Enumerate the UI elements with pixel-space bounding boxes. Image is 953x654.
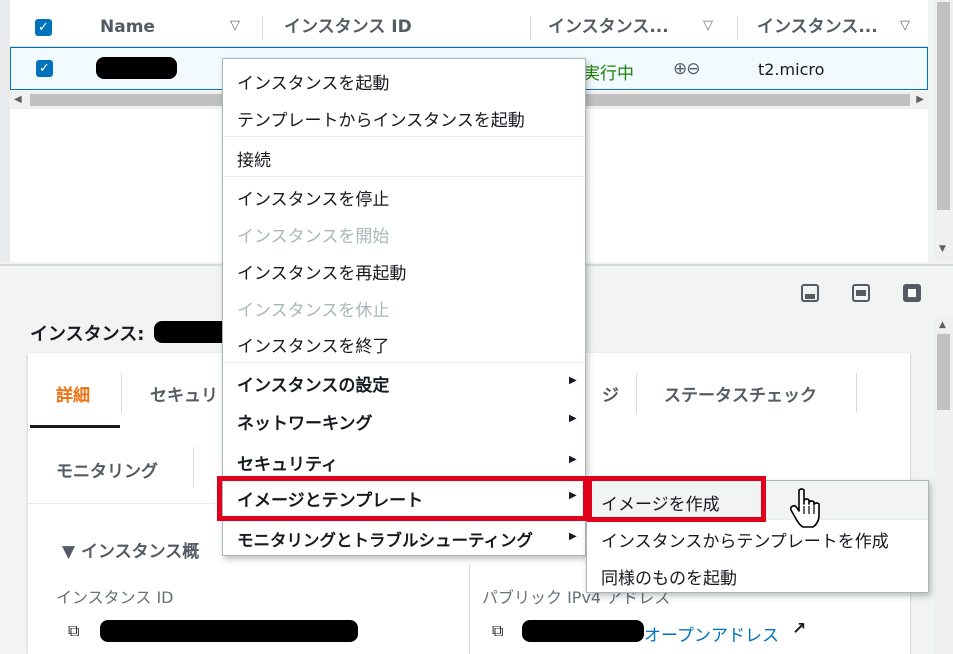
menu-divider bbox=[223, 136, 585, 137]
column-divider bbox=[469, 565, 470, 654]
scroll-down-icon[interactable]: ▼ bbox=[939, 244, 946, 254]
menu-item-terminate-instance[interactable]: インスタンスを終了 bbox=[237, 332, 389, 357]
left-edge bbox=[0, 0, 10, 262]
sort-name-icon[interactable]: ▽ bbox=[230, 18, 240, 33]
copy-icon[interactable]: ⧉ bbox=[68, 621, 79, 641]
menu-item-security[interactable]: セキュリティ bbox=[237, 450, 338, 475]
menu-item-stop-instance[interactable]: インスタンスを停止 bbox=[237, 185, 389, 210]
sort-type-icon[interactable]: ▽ bbox=[900, 18, 910, 33]
submenu-arrow-icon: ▶ bbox=[569, 413, 577, 424]
submenu-arrow-icon: ▶ bbox=[569, 531, 577, 542]
redacted-ipv4 bbox=[522, 620, 644, 642]
column-divider[interactable] bbox=[737, 16, 738, 40]
column-instance-type[interactable]: インスタンス... bbox=[757, 0, 897, 46]
detail-vertical-scrollbar[interactable]: ▲ bbox=[934, 318, 953, 654]
select-all-checkbox[interactable]: ✓ bbox=[35, 19, 52, 36]
instance-type-text: t2.micro bbox=[758, 60, 825, 79]
column-divider[interactable] bbox=[262, 16, 263, 40]
detail-title: インスタンス: bbox=[30, 324, 145, 345]
menu-divider bbox=[223, 176, 585, 177]
tab-security[interactable]: セキュリ bbox=[150, 381, 218, 406]
external-link-icon[interactable]: ↗ bbox=[792, 619, 806, 639]
scroll-right-icon[interactable]: ▶ bbox=[916, 91, 924, 109]
menu-item-reboot-instance[interactable]: インスタンスを再起動 bbox=[237, 259, 406, 284]
column-name[interactable]: Name bbox=[100, 0, 210, 46]
menu-item-launch-instance[interactable]: インスタンスを起動 bbox=[237, 69, 389, 94]
tab-status-checks[interactable]: ステータスチェック bbox=[664, 381, 817, 406]
tab-divider bbox=[856, 373, 857, 413]
active-tab-underline bbox=[30, 425, 120, 428]
redacted-name bbox=[96, 57, 177, 79]
menu-item-launch-from-template[interactable]: テンプレートからインスタンスを起動 bbox=[237, 106, 525, 131]
tab-storage[interactable]: ジ bbox=[602, 381, 619, 406]
copy-icon[interactable]: ⧉ bbox=[492, 621, 503, 641]
table-header: ✓ Name ▽ インスタンス ID インスタンス... ▽ インスタンス...… bbox=[10, 0, 928, 47]
menu-item-networking[interactable]: ネットワーキング bbox=[237, 409, 373, 434]
submenu-arrow-icon: ▶ bbox=[569, 454, 577, 465]
tab-divider bbox=[193, 447, 194, 487]
section-toggle[interactable]: ▼ インスタンス概 bbox=[62, 537, 199, 562]
instance-state-text: 実行中 bbox=[583, 64, 634, 84]
submenu-item-launch-more-like-this[interactable]: 同様のものを起動 bbox=[601, 564, 737, 589]
tab-divider bbox=[636, 373, 637, 413]
tab-monitoring[interactable]: モニタリング bbox=[56, 457, 158, 482]
tab-details[interactable]: 詳細 bbox=[56, 381, 90, 406]
menu-item-instance-settings[interactable]: インスタンスの設定 bbox=[237, 371, 389, 396]
menu-item-start-instance: インスタンスを開始 bbox=[237, 227, 390, 247]
scroll-left-icon[interactable]: ◀ bbox=[14, 91, 22, 109]
panel-split-icon[interactable] bbox=[852, 284, 870, 302]
detail-scroll-thumb[interactable] bbox=[937, 334, 950, 410]
column-divider[interactable] bbox=[530, 16, 531, 40]
menu-item-hibernate-instance: インスタンスを休止 bbox=[237, 301, 390, 321]
submenu-arrow-icon: ▶ bbox=[569, 375, 577, 386]
row-checkbox[interactable]: ✓ bbox=[36, 60, 53, 77]
highlight-box-image-templates bbox=[217, 476, 588, 521]
table-scroll-thumb[interactable] bbox=[937, 2, 950, 210]
column-instance-state[interactable]: インスタンス... bbox=[548, 0, 688, 46]
label-instance-id: インスタンス ID bbox=[56, 588, 174, 607]
menu-item-connect[interactable]: 接続 bbox=[237, 146, 271, 171]
redacted-instance-title bbox=[154, 321, 232, 343]
highlight-box-create-image bbox=[587, 476, 766, 522]
menu-item-monitor-troubleshoot[interactable]: モニタリングとトラブルシューティング bbox=[237, 527, 533, 551]
redacted-instance-id bbox=[100, 620, 358, 642]
column-instance-id[interactable]: インスタンス ID bbox=[284, 0, 524, 46]
panel-bottom-icon[interactable] bbox=[801, 284, 819, 302]
scroll-up-icon[interactable]: ▲ bbox=[939, 320, 946, 330]
table-vertical-scrollbar[interactable]: ▼ bbox=[934, 0, 953, 262]
hand-cursor-icon bbox=[789, 488, 820, 528]
tab-divider bbox=[121, 373, 122, 413]
menu-divider bbox=[223, 362, 585, 363]
open-address-link[interactable]: オープンアドレス bbox=[644, 621, 779, 646]
panel-full-icon[interactable] bbox=[903, 284, 921, 302]
submenu-item-create-template[interactable]: インスタンスからテンプレートを作成 bbox=[601, 527, 889, 552]
zoom-icons[interactable]: ⊕⊖ bbox=[673, 59, 700, 79]
sort-state-icon[interactable]: ▽ bbox=[703, 18, 713, 33]
